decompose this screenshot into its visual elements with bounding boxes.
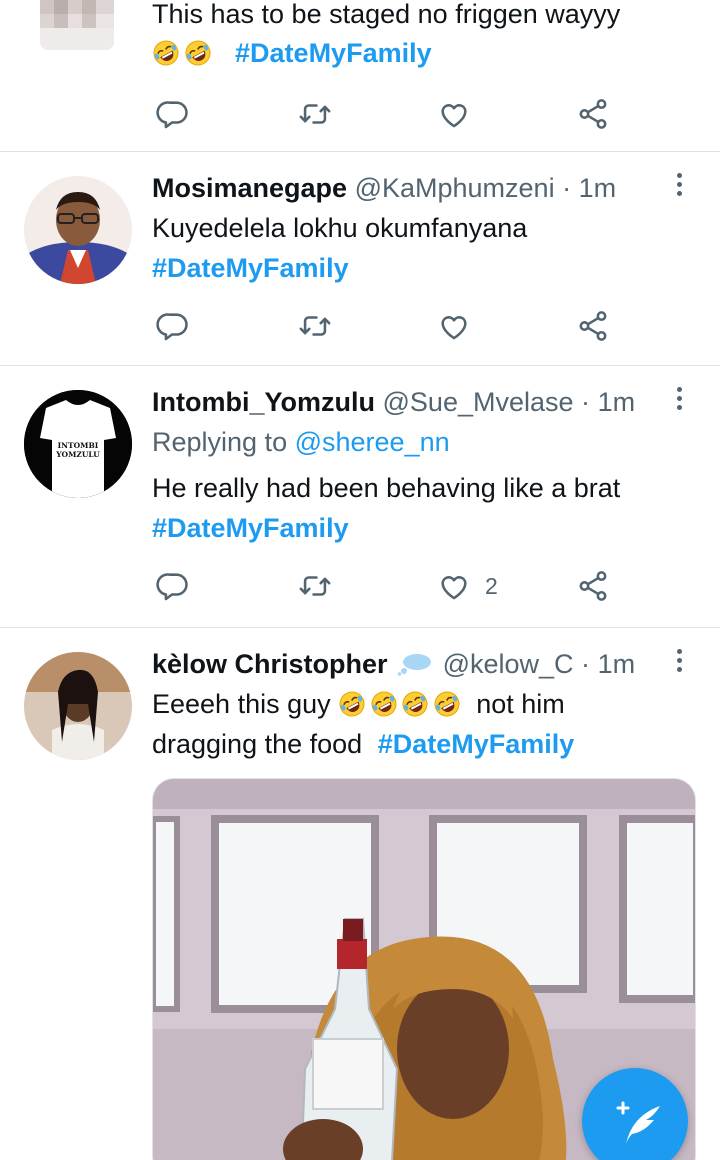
rolling-on-floor-laughing-icon [338,690,366,718]
share-icon [576,569,610,603]
profile-photo: INTOMBI YOMZULU [24,390,132,498]
avatar[interactable] [24,652,132,760]
reply-icon [156,309,190,343]
tweet-text-segment: Eeeeh this guy [152,689,331,719]
user-handle[interactable]: @kelow_C [443,649,574,679]
tweet-text-segment: dragging the food [152,729,363,759]
retweet-button[interactable] [298,306,332,346]
timestamp[interactable]: 1m [598,387,636,417]
tweet-text-line: This has to be staged no friggen wayyy [152,0,621,29]
share-button[interactable] [576,566,610,606]
separator-dot: · [581,387,591,417]
separator-dot: · [562,173,572,203]
tweet-header: Intombi_Yomzulu @Sue_Mvelase · 1m [152,382,700,422]
heart-icon [437,309,471,343]
more-vertical-icon [674,649,684,672]
avatar[interactable] [40,0,114,50]
separator-dot: · [581,649,591,679]
hashtag-link[interactable]: #DateMyFamily [152,513,349,543]
hashtag-link[interactable]: #DateMyFamily [152,253,349,283]
avatar[interactable] [24,176,132,284]
share-icon [576,309,610,343]
replying-to: Replying to @sheree_nn [152,422,700,462]
blurred-avatar-image [40,0,114,50]
like-button[interactable]: 2 [437,566,498,606]
tweet-text-line2: #DateMyFamily [152,33,700,73]
user-handle[interactable]: @KaMphumzeni [355,173,555,203]
profile-photo [24,652,132,760]
avatar-shirt-text-line1: INTOMBI [58,441,99,450]
rolling-on-floor-laughing-icon [184,39,212,67]
compose-tweet-icon [616,1101,660,1144]
avatar[interactable]: INTOMBI YOMZULU [24,390,132,498]
more-options-button[interactable] [674,384,684,416]
avatar-shirt-text-line2: YOMZULU [55,450,100,459]
like-button[interactable] [437,306,471,346]
like-button[interactable] [437,94,471,134]
tweet-text-segment: not him [476,689,565,719]
timestamp[interactable]: 1m [598,649,636,679]
rolling-on-floor-laughing-icon [401,690,429,718]
more-options-button[interactable] [674,170,684,202]
retweet-button[interactable] [298,566,332,606]
display-name[interactable]: Intombi_Yomzulu [152,387,375,417]
like-count: 2 [485,572,498,599]
timestamp[interactable]: 1m [579,173,617,203]
reply-button[interactable] [156,94,190,134]
replying-to-label: Replying to [152,427,288,457]
heart-icon [437,97,471,131]
reply-icon [156,569,190,603]
share-button[interactable] [576,306,610,346]
tweet-text-line2: dragging the food #DateMyFamily [152,724,700,764]
more-options-button[interactable] [674,646,684,678]
tweet-text: Eeeeh this guy not him [152,684,700,724]
rolling-on-floor-laughing-icon [152,39,180,67]
retweet-button[interactable] [298,94,332,134]
heart-icon [437,569,471,603]
tweet-card[interactable]: INTOMBI YOMZULU Intombi_Yomzulu @Sue_Mve… [0,366,720,628]
reply-icon [156,97,190,131]
more-vertical-icon [674,387,684,410]
display-name[interactable]: kèlow Christopher [152,649,388,679]
hashtag-link[interactable]: #DateMyFamily [378,729,575,759]
retweet-icon [298,569,332,603]
mention-link[interactable]: @sheree_nn [295,427,450,457]
reply-button[interactable] [156,306,190,346]
retweet-icon [298,97,332,131]
retweet-icon [298,309,332,343]
tweet-actions [152,306,652,346]
tweet-text: Kuyedelela lokhu okumfanyana [152,213,528,243]
tweet-header: Mosimanegape @KaMphumzeni · 1m [152,168,700,208]
share-icon [576,97,610,131]
tweet-text: This has to be staged no friggen wayyy [152,0,700,34]
tweet-card[interactable]: Mosimanegape @KaMphumzeni · 1m Kuyedelel… [0,152,720,366]
hashtag-link[interactable]: #DateMyFamily [235,38,432,68]
share-button[interactable] [576,94,610,134]
compose-tweet-button[interactable] [582,1068,688,1160]
tweet-actions [152,94,652,134]
more-vertical-icon [674,173,684,196]
tweet-actions: 2 [152,566,652,606]
tweet-text: He really had been behaving like a brat [152,473,621,503]
reply-button[interactable] [156,566,190,606]
rolling-on-floor-laughing-icon [433,690,461,718]
user-handle[interactable]: @Sue_Mvelase [383,387,574,417]
tweet-header: kèlow Christopher @kelow_C · 1m [152,644,700,684]
thought-balloon-icon [397,654,432,676]
rolling-on-floor-laughing-icon [370,690,398,718]
tweet-card[interactable]: This has to be staged no friggen wayyy #… [0,0,720,152]
display-name[interactable]: Mosimanegape [152,173,347,203]
profile-photo [24,176,132,284]
